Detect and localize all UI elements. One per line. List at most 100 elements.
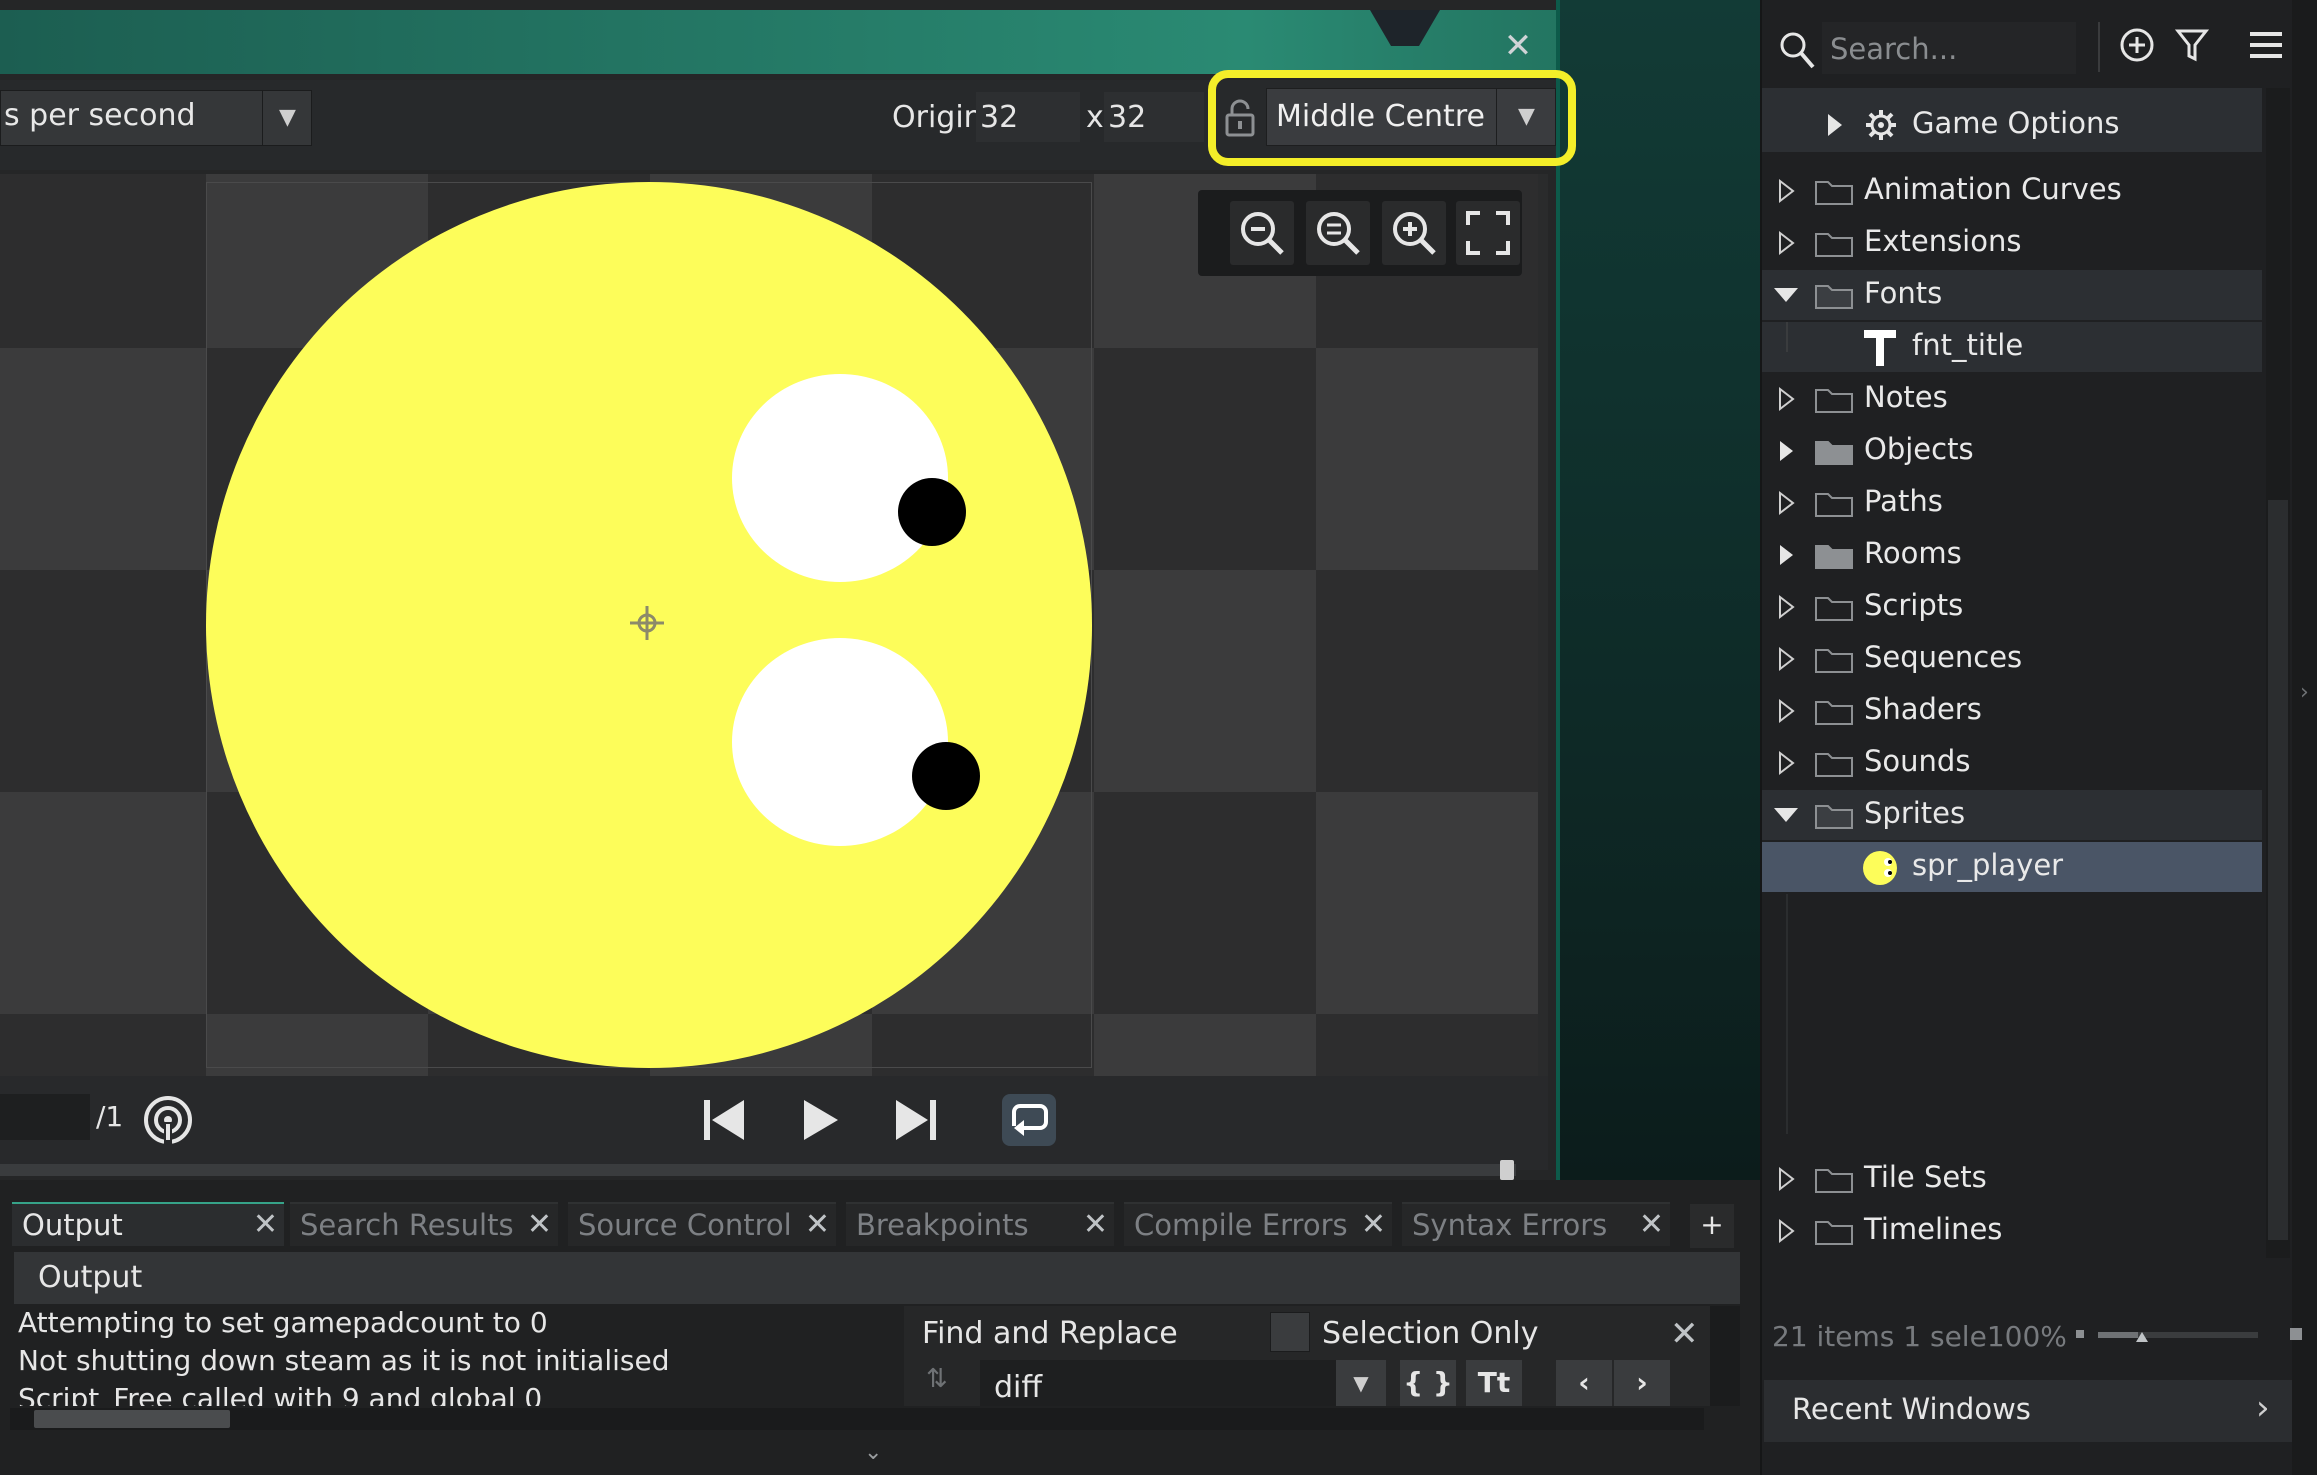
zoom-in-button[interactable]: [1382, 201, 1446, 265]
close-icon[interactable]: ✕: [1639, 1204, 1664, 1246]
folder-filled-icon: [1815, 545, 1853, 569]
filter-icon[interactable]: [2174, 26, 2210, 64]
asset-status-text: 21 items 1 sele100%: [1772, 1320, 2067, 1353]
origin-crosshair-icon[interactable]: [630, 606, 664, 640]
collapsed-triangle-icon[interactable]: [1776, 178, 1798, 204]
collapsed-triangle-icon[interactable]: [1776, 698, 1798, 724]
folder-open-icon: [1815, 805, 1853, 829]
folder-icon: [1815, 597, 1853, 621]
play-icon[interactable]: [794, 1094, 846, 1146]
tab-syntax-errors[interactable]: Syntax Errors ✕: [1402, 1202, 1670, 1246]
selection-only-checkbox[interactable]: [1270, 1312, 1310, 1352]
output-horizontal-scrollbar[interactable]: [10, 1408, 1704, 1430]
origin-preset-label: Middle Centre: [1276, 99, 1485, 134]
tab-label: Output: [22, 1208, 123, 1242]
collapsed-triangle-icon[interactable]: [1776, 594, 1798, 620]
folder-icon: [1815, 1221, 1853, 1245]
tree-label: fnt_title: [1912, 328, 2024, 362]
expanded-triangle-icon[interactable]: [1772, 284, 1800, 306]
close-icon[interactable]: ✕: [1083, 1204, 1108, 1246]
regex-button[interactable]: { }: [1400, 1360, 1456, 1406]
gear-icon: [1866, 110, 1896, 140]
expand-triangle-icon[interactable]: [1776, 542, 1798, 568]
tree-label-game-options: Game Options: [1912, 106, 2120, 140]
chevron-down-icon[interactable]: ▼: [1336, 1360, 1386, 1406]
zoom-reset-icon: [1317, 212, 1360, 255]
collapsed-triangle-icon[interactable]: [1776, 1218, 1798, 1244]
expand-triangle-icon[interactable]: [1824, 112, 1844, 138]
tree-label: Objects: [1864, 432, 1974, 466]
tab-search-results[interactable]: Search Results ✕: [290, 1202, 558, 1246]
tab-output[interactable]: Output ✕: [12, 1202, 284, 1246]
collapse-chevron-icon[interactable]: ›: [2300, 680, 2309, 705]
tree-label: spr_player: [1912, 848, 2064, 882]
tab-breakpoints[interactable]: Breakpoints ✕: [846, 1202, 1114, 1246]
close-icon[interactable]: ✕: [805, 1204, 830, 1246]
match-case-button[interactable]: Tt: [1466, 1360, 1522, 1406]
canvas-edge: [1538, 174, 1548, 1076]
close-icon[interactable]: ✕: [527, 1204, 552, 1246]
timeline-handle[interactable]: [1500, 1160, 1514, 1180]
tree-guide-line: [1786, 894, 1788, 1134]
scrollbar-thumb[interactable]: [34, 1410, 230, 1428]
tab-source-control[interactable]: Source Control ✕: [568, 1202, 836, 1246]
onion-skin-icon[interactable]: [140, 1092, 196, 1148]
collapsed-triangle-icon[interactable]: [1776, 1166, 1798, 1192]
add-tab-button[interactable]: +: [1690, 1204, 1734, 1248]
tab-label: Search Results: [300, 1208, 514, 1242]
timeline-scrubber[interactable]: [0, 1164, 1516, 1176]
tree-label: Shaders: [1864, 692, 1982, 726]
close-icon[interactable]: ✕: [1361, 1204, 1386, 1246]
lock-icon[interactable]: [1222, 98, 1258, 138]
skip-to-end-icon[interactable]: [890, 1094, 942, 1146]
find-replace-title: Find and Replace: [922, 1316, 1178, 1351]
zoom-reset-button[interactable]: [1306, 201, 1370, 265]
origin-label: Origin: [892, 100, 983, 135]
close-icon[interactable]: ✕: [1500, 28, 1536, 64]
tree-label: Fonts: [1864, 276, 1943, 310]
output-vertical-scrollbar[interactable]: [1710, 1306, 1740, 1406]
chevron-down-icon[interactable]: ▼: [262, 90, 312, 146]
collapsed-triangle-icon[interactable]: [1776, 230, 1798, 256]
scrollbar-thumb[interactable]: [2268, 500, 2288, 1240]
close-icon[interactable]: ✕: [253, 1204, 278, 1246]
tree-label: Paths: [1864, 484, 1943, 518]
tree-zoom-slider[interactable]: [2076, 1326, 2302, 1344]
collapsed-triangle-icon[interactable]: [1776, 386, 1798, 412]
tab-compile-errors[interactable]: Compile Errors ✕: [1124, 1202, 1392, 1246]
skip-to-start-icon[interactable]: [698, 1094, 750, 1146]
tab-label: Compile Errors: [1134, 1208, 1348, 1242]
collapsed-triangle-icon[interactable]: [1776, 490, 1798, 516]
editor-titlebar[interactable]: [0, 10, 1556, 74]
find-previous-button[interactable]: ‹: [1556, 1360, 1612, 1406]
find-input-value: diff: [994, 1370, 1043, 1405]
output-log[interactable]: Attempting to set gamepadcount to 0 Not …: [0, 1306, 900, 1406]
zoom-out-button[interactable]: [1230, 201, 1294, 265]
find-next-button[interactable]: ›: [1614, 1360, 1670, 1406]
current-frame-field[interactable]: [0, 1094, 90, 1140]
origin-y-value: 32: [1108, 100, 1147, 135]
folder-filled-icon: [1815, 441, 1853, 465]
loop-icon[interactable]: [1000, 1092, 1058, 1148]
zoom-in-icon: [1393, 212, 1436, 255]
font-icon: [1864, 330, 1896, 366]
chevron-right-icon[interactable]: ›: [2256, 1388, 2270, 1428]
hamburger-menu-icon[interactable]: [2248, 28, 2284, 62]
expand-triangle-icon[interactable]: [1776, 438, 1798, 464]
expand-chevron-icon[interactable]: ⌄: [864, 1440, 888, 1465]
collapsed-triangle-icon[interactable]: [1776, 646, 1798, 672]
close-icon[interactable]: ✕: [1670, 1314, 1699, 1354]
log-line: Attempting to set gamepadcount to 0: [18, 1306, 548, 1339]
origin-separator: x: [1086, 100, 1104, 135]
playback-bar: [0, 1076, 1548, 1170]
sprite-canvas[interactable]: [0, 174, 1548, 1076]
expanded-triangle-icon[interactable]: [1772, 804, 1800, 826]
fit-view-button[interactable]: [1456, 201, 1520, 265]
swap-icon[interactable]: ⇅: [926, 1364, 966, 1404]
tree-label: Notes: [1864, 380, 1948, 414]
frame-total: /1: [96, 1100, 124, 1133]
asset-browser-edge: [2292, 0, 2317, 1475]
chevron-down-icon[interactable]: ▼: [1496, 88, 1556, 146]
add-circle-icon[interactable]: [2118, 26, 2156, 64]
collapsed-triangle-icon[interactable]: [1776, 750, 1798, 776]
